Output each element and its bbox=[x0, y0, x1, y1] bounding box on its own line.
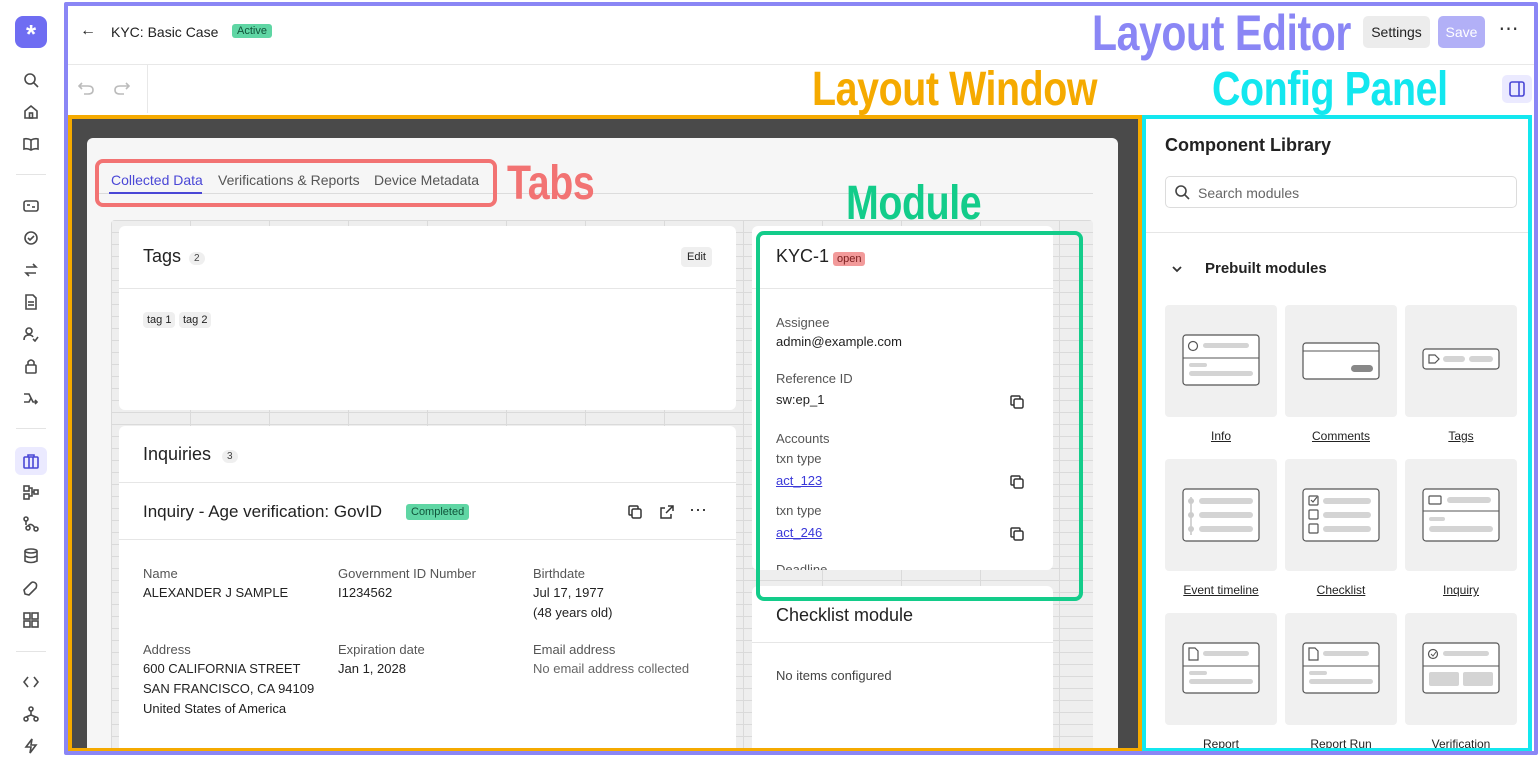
left-nav: * bbox=[0, 0, 64, 757]
id-card-icon[interactable] bbox=[20, 195, 42, 217]
layout-editor-annotation: Layout Editor bbox=[1092, 5, 1351, 61]
flow-icon[interactable] bbox=[20, 481, 42, 503]
lock-icon[interactable] bbox=[20, 355, 42, 377]
database-icon[interactable] bbox=[20, 545, 42, 567]
config-panel-annotation: Config Panel bbox=[1212, 63, 1448, 116]
nav-divider bbox=[16, 428, 46, 429]
workflow-icon[interactable] bbox=[20, 387, 42, 409]
graph-icon[interactable] bbox=[20, 513, 42, 535]
wrench-icon[interactable] bbox=[20, 577, 42, 599]
app-logo[interactable]: * bbox=[15, 16, 47, 49]
check-circle-icon[interactable] bbox=[20, 227, 42, 249]
document-icon[interactable] bbox=[20, 291, 42, 313]
grid-icon[interactable] bbox=[20, 609, 42, 631]
module-annotation: Module bbox=[846, 177, 982, 230]
lightning-icon[interactable] bbox=[20, 735, 42, 757]
transfer-icon[interactable] bbox=[20, 259, 42, 281]
book-icon[interactable] bbox=[20, 133, 42, 155]
nodes-icon[interactable] bbox=[20, 703, 42, 725]
home-icon[interactable] bbox=[20, 101, 42, 123]
layout-window-annotation: Layout Window bbox=[812, 63, 1098, 116]
nav-divider bbox=[16, 651, 46, 652]
nav-divider bbox=[16, 174, 46, 175]
tabs-annotation: Tabs bbox=[507, 157, 595, 210]
briefcase-icon[interactable] bbox=[20, 450, 42, 472]
search-icon[interactable] bbox=[20, 69, 42, 91]
user-check-icon[interactable] bbox=[20, 323, 42, 345]
code-icon[interactable] bbox=[20, 671, 42, 693]
